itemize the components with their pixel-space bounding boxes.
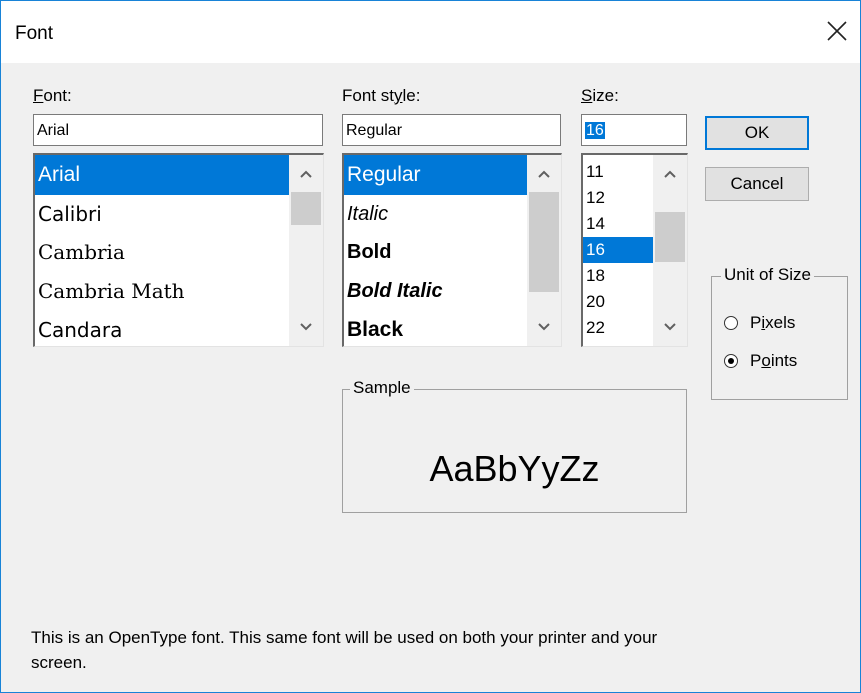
chevron-down-icon <box>300 323 312 331</box>
size-listbox[interactable]: 11 12 14 16 18 20 22 <box>581 153 688 347</box>
font-list-item-cambria-math[interactable]: Cambria Math <box>35 272 290 311</box>
style-list-item-bold-italic[interactable]: Bold Italic <box>344 272 528 311</box>
style-list-item-italic[interactable]: Italic <box>344 195 528 233</box>
chevron-up-icon <box>538 170 550 178</box>
font-dialog: Font Font: Arial Arial Calibri Cambria C… <box>0 0 861 693</box>
sample-legend: Sample <box>350 378 414 398</box>
font-style-label: Font style: <box>342 86 421 105</box>
unit-of-size-group: Unit of Size Pixels Points <box>711 265 848 400</box>
pixels-radio[interactable] <box>724 316 738 330</box>
close-icon <box>827 21 847 41</box>
size-list-item[interactable]: 20 <box>583 289 654 315</box>
size-input[interactable]: 16 <box>581 114 687 146</box>
font-list-item-arial[interactable]: Arial <box>35 155 290 195</box>
points-radio[interactable] <box>724 354 738 368</box>
scroll-up-button[interactable] <box>289 159 323 189</box>
font-name-input[interactable]: Arial <box>33 114 323 146</box>
cancel-button[interactable]: Cancel <box>705 167 809 201</box>
size-list-scrollbar[interactable] <box>653 155 687 346</box>
scroll-down-button[interactable] <box>527 312 561 342</box>
chevron-up-icon <box>664 170 676 178</box>
size-list-item[interactable]: 11 <box>583 159 654 185</box>
chevron-down-icon <box>538 323 550 331</box>
font-list-item-cambria[interactable]: Cambria <box>35 233 290 272</box>
style-list-item-black[interactable]: Black <box>344 311 528 346</box>
pixels-radio-option[interactable]: Pixels <box>724 313 795 333</box>
font-listbox[interactable]: Arial Calibri Cambria Cambria Math Canda… <box>33 153 324 347</box>
size-list-item[interactable]: 14 <box>583 211 654 237</box>
style-list-scrollbar[interactable] <box>527 155 561 346</box>
scroll-thumb[interactable] <box>291 192 321 225</box>
size-label: Size: <box>581 86 619 105</box>
size-list-item[interactable]: 22 <box>583 315 654 341</box>
scroll-thumb[interactable] <box>655 212 685 262</box>
chevron-up-icon <box>300 170 312 178</box>
window-title: Font <box>15 23 54 44</box>
scroll-down-button[interactable] <box>653 312 687 342</box>
unit-of-size-legend: Unit of Size <box>721 265 814 285</box>
font-list-item-candara[interactable]: Candara <box>35 311 290 346</box>
font-description: This is an OpenType font. This same font… <box>31 628 658 672</box>
title-bar: Font <box>1 1 860 63</box>
font-style-input[interactable]: Regular <box>342 114 561 146</box>
font-list-scrollbar[interactable] <box>289 155 323 346</box>
pixels-label: Pixels <box>750 313 796 332</box>
sample-group: Sample AaBbYyZz <box>342 378 687 513</box>
style-list-item-bold[interactable]: Bold <box>344 233 528 272</box>
scroll-up-button[interactable] <box>653 159 687 189</box>
points-label: Points <box>750 351 798 370</box>
chevron-down-icon <box>664 323 676 331</box>
sample-preview-text: AaBbYyZz <box>429 448 600 489</box>
font-style-listbox[interactable]: Regular Italic Bold Bold Italic Black <box>342 153 562 347</box>
style-list-item-regular[interactable]: Regular <box>344 155 528 195</box>
points-radio-option[interactable]: Points <box>724 351 797 371</box>
scroll-thumb[interactable] <box>529 192 559 292</box>
size-list-item-selected[interactable]: 16 <box>583 237 654 263</box>
scroll-down-button[interactable] <box>289 312 323 342</box>
close-button[interactable] <box>819 13 855 49</box>
font-label: Font: <box>33 86 72 105</box>
size-list-item[interactable]: 18 <box>583 263 654 289</box>
font-list-item-calibri[interactable]: Calibri <box>35 195 290 233</box>
ok-button[interactable]: OK <box>705 116 809 150</box>
scroll-up-button[interactable] <box>527 159 561 189</box>
size-list-item[interactable]: 12 <box>583 185 654 211</box>
